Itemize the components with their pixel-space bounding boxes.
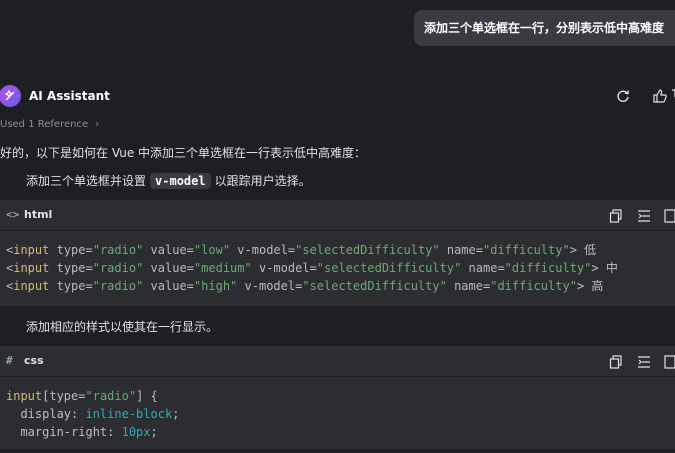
code-line: <input type="radio" value="low" v-model=… [6, 243, 597, 257]
new-file-icon[interactable] [662, 208, 675, 224]
thumbs-up-icon[interactable] [652, 88, 668, 104]
chevron-right-icon: › [95, 119, 100, 130]
code-brackets-icon: <> [6, 208, 20, 221]
thumbs-down-icon[interactable] [670, 88, 675, 104]
user-message-bubble: 添加三个单选框在一行，分别表示低中高难度 [414, 10, 675, 46]
css-code-block: # css input[type="radio"] { display: inl… [0, 346, 675, 449]
step-two-text: 添加相应的样式以使其在一行显示。 [26, 318, 218, 335]
assistant-name: AI Assistant [29, 89, 110, 103]
step-one-before: 添加三个单选框并设置 [26, 174, 147, 188]
code-line: <input type="radio" value="medium" v-mod… [6, 261, 618, 275]
step-one-text: 添加三个单选框并设置 v-model 以跟踪用户选择。 [26, 172, 311, 189]
assistant-avatar [0, 85, 21, 107]
css-code-content: input[type="radio"] { display: inline-bl… [0, 377, 675, 453]
copy-icon[interactable] [608, 354, 624, 370]
regenerate-icon[interactable] [615, 88, 631, 104]
code-language-label: html [24, 208, 53, 221]
reference-label: Used 1 Reference [0, 119, 89, 130]
insert-code-icon[interactable] [636, 354, 652, 370]
copy-icon[interactable] [608, 208, 624, 224]
sparkle-icon [4, 89, 15, 101]
assistant-intro-text: 好的，以下是如何在 Vue 中添加三个单选框在一行表示低中高难度： [0, 146, 367, 160]
reference-link[interactable]: Used 1 Reference › [0, 119, 99, 130]
code-language-label: css [24, 354, 44, 367]
inline-code-v-model: v-model [150, 172, 211, 189]
step-two-label: 添加相应的样式以使其在一行显示。 [26, 320, 219, 334]
html-code-content: <input type="radio" value="low" v-model=… [0, 231, 675, 307]
code-line: <input type="radio" value="high" v-model… [6, 279, 604, 293]
user-message-text: 添加三个单选框在一行，分别表示低中高难度 [424, 21, 665, 35]
code-line: input[type="radio"] { [6, 389, 158, 403]
insert-code-icon[interactable] [636, 208, 652, 224]
new-file-icon[interactable] [662, 354, 675, 370]
hash-icon: # [6, 354, 13, 367]
code-line: display: inline-block; [20, 407, 180, 421]
code-block-header: # css [0, 346, 675, 377]
step-one-after: 以跟踪用户选择。 [214, 174, 311, 188]
html-code-block: <> html <input type="radio" value="low" … [0, 200, 675, 306]
code-line: margin-right: 10px; [20, 425, 158, 439]
code-block-header: <> html [0, 200, 675, 231]
